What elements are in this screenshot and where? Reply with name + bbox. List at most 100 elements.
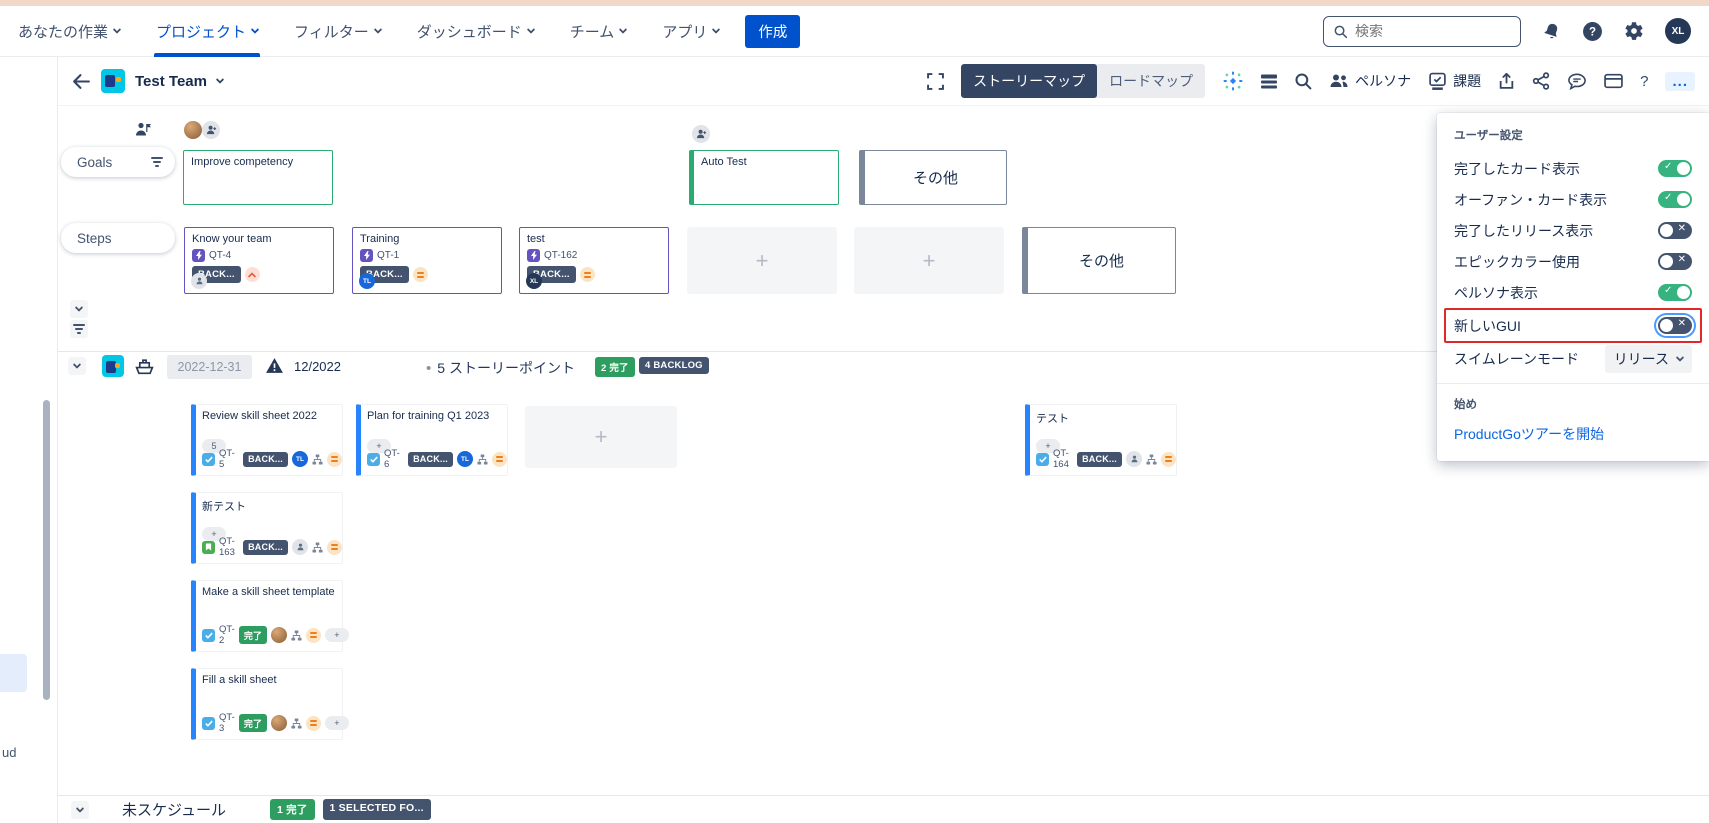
step-card[interactable]: Know your team QT-4 BACK... (184, 227, 334, 294)
priority-medium-icon (580, 267, 595, 282)
help-icon[interactable]: ? (1582, 21, 1603, 42)
card-title: Training (360, 233, 399, 245)
add-field-pill[interactable]: + (325, 628, 348, 642)
storymap-toolbar: Test Team ストーリーマップ ロードマップ (58, 57, 1709, 106)
create-button[interactable]: 作成 (745, 15, 800, 48)
persona-avatar[interactable] (184, 121, 202, 139)
steps-row-pill[interactable]: Steps (61, 223, 175, 253)
export-icon[interactable] (1498, 72, 1515, 90)
toggle-show-done-releases[interactable]: ✕ (1658, 222, 1692, 239)
start-header: 始め (1454, 396, 1692, 412)
persona-button[interactable]: ペルソナ (1329, 71, 1411, 91)
status-badge: BACK... (243, 452, 288, 467)
assignee-avatar (191, 273, 207, 289)
nav-filters[interactable]: フィルター (294, 6, 381, 57)
swimlane-list-icon[interactable] (1261, 74, 1277, 89)
fullscreen-icon[interactable] (927, 73, 944, 90)
setting-use-epic-colors: エピックカラー使用 ✕ (1454, 246, 1692, 277)
add-field-pill[interactable]: + (325, 716, 348, 730)
warning-icon (265, 357, 284, 374)
done-count-badge: 2 完了 (595, 357, 635, 377)
tab-storymap[interactable]: ストーリーマップ (961, 64, 1097, 98)
nav-your-work[interactable]: あなたの作業 (18, 6, 120, 57)
notifications-bell-icon[interactable] (1542, 22, 1561, 41)
share-icon[interactable] (1532, 72, 1550, 90)
assignee-avatar: TL (457, 451, 473, 467)
card-layout-icon[interactable] (1604, 73, 1623, 89)
issue-key: QT-1 (377, 250, 399, 261)
toggle-show-orphan-cards[interactable]: ✓ (1658, 191, 1692, 208)
nav-label: フィルター (294, 21, 369, 42)
add-persona-icon[interactable] (692, 125, 710, 143)
release-collapse-button[interactable] (68, 357, 86, 375)
task-icon (202, 717, 215, 730)
feedback-icon[interactable] (1567, 73, 1587, 90)
swimlane-mode-select[interactable]: リリース (1605, 345, 1692, 373)
tab-roadmap[interactable]: ロードマップ (1097, 64, 1205, 98)
sidebar-item-fragment[interactable] (0, 654, 27, 692)
setting-show-personas: ペルソナ表示 ✓ (1454, 277, 1692, 308)
nav-apps[interactable]: アプリ (662, 6, 719, 57)
goal-other-card[interactable]: その他 (859, 150, 1007, 205)
highlight-red-box: 新しいGUI ✕ (1444, 308, 1702, 343)
persona-label: ペルソナ (1355, 71, 1411, 91)
add-step-placeholder[interactable]: + (854, 227, 1004, 294)
toggle-show-personas[interactable]: ✓ (1658, 284, 1692, 301)
card-title: Review skill sheet 2022 (202, 410, 336, 422)
toggle-show-done-cards[interactable]: ✓ (1658, 160, 1692, 177)
issues-button[interactable]: 課題 (1428, 71, 1481, 91)
add-story-placeholder[interactable]: + (525, 406, 677, 468)
story-card[interactable]: Review skill sheet 2022 5 QT-5 BACK... T… (191, 404, 343, 476)
assignee-avatar: TL (359, 273, 375, 289)
sparkle-ai-icon[interactable] (1222, 70, 1244, 92)
story-card[interactable]: 新テスト + QT-163 BACK... (191, 492, 343, 564)
story-card[interactable]: テスト + QT-164 BACK... (1025, 404, 1177, 476)
search-input[interactable] (1355, 23, 1495, 39)
card-title: その他 (913, 167, 958, 188)
task-icon (202, 453, 215, 466)
nav-teams[interactable]: チーム (570, 6, 627, 57)
view-switcher: ストーリーマップ ロードマップ (961, 64, 1205, 98)
goals-row-pill[interactable]: Goals (61, 147, 175, 177)
more-menu-button[interactable]: ... (1665, 72, 1695, 91)
subtask-tree-icon (291, 630, 302, 641)
global-search[interactable] (1323, 16, 1521, 47)
product-tour-link[interactable]: ProductGoツアーを開始 (1454, 424, 1692, 444)
help-question[interactable]: ? (1640, 73, 1648, 90)
toggle-new-gui[interactable]: ✕ (1658, 317, 1692, 334)
story-card[interactable]: Make a skill sheet template QT-2 完了 + (191, 580, 343, 652)
step-other-card[interactable]: その他 (1022, 227, 1176, 294)
filter-icon[interactable] (151, 157, 163, 167)
selected-count-badge: 1 SELECTED FO... (323, 799, 431, 820)
priority-medium-icon (413, 267, 428, 282)
toggle-use-epic-colors[interactable]: ✕ (1658, 253, 1692, 270)
release-date-input[interactable] (167, 355, 252, 379)
story-card[interactable]: Plan for training Q1 2023 + QT-6 BACK...… (356, 404, 508, 476)
release-month: 12/2022 (294, 359, 341, 374)
story-card[interactable]: Fill a skill sheet QT-3 完了 + (191, 668, 343, 740)
assignee-avatar (271, 627, 287, 643)
step-card[interactable]: Training QT-1 BACK... TL (352, 227, 502, 294)
subtask-tree-icon (1146, 454, 1157, 465)
step-card[interactable]: test QT-162 BACK... XL (519, 227, 669, 294)
collapse-chevron-button[interactable] (70, 300, 88, 318)
settings-gear-icon[interactable] (1624, 21, 1644, 41)
filter-button[interactable] (70, 320, 88, 338)
board-search-icon[interactable] (1294, 72, 1312, 90)
chevron-down-icon[interactable] (216, 75, 224, 83)
nav-dashboards[interactable]: ダッシュボード (417, 6, 534, 57)
release-ship-icon (134, 357, 155, 376)
scrollbar[interactable] (43, 400, 50, 700)
issue-key: QT-3 (219, 712, 235, 734)
unscheduled-collapse-button[interactable] (71, 801, 89, 819)
back-arrow-icon[interactable] (72, 73, 91, 90)
subtask-tree-icon (312, 454, 323, 465)
add-step-placeholder[interactable]: + (687, 227, 837, 294)
goal-card[interactable]: Improve competency (183, 150, 333, 205)
nav-projects[interactable]: プロジェクト (156, 6, 258, 57)
user-avatar[interactable]: XL (1665, 18, 1691, 44)
goal-card[interactable]: Auto Test (689, 150, 839, 205)
issue-key: QT-164 (1053, 448, 1073, 470)
add-persona-icon[interactable] (202, 121, 220, 139)
issue-key: QT-163 (219, 536, 239, 558)
